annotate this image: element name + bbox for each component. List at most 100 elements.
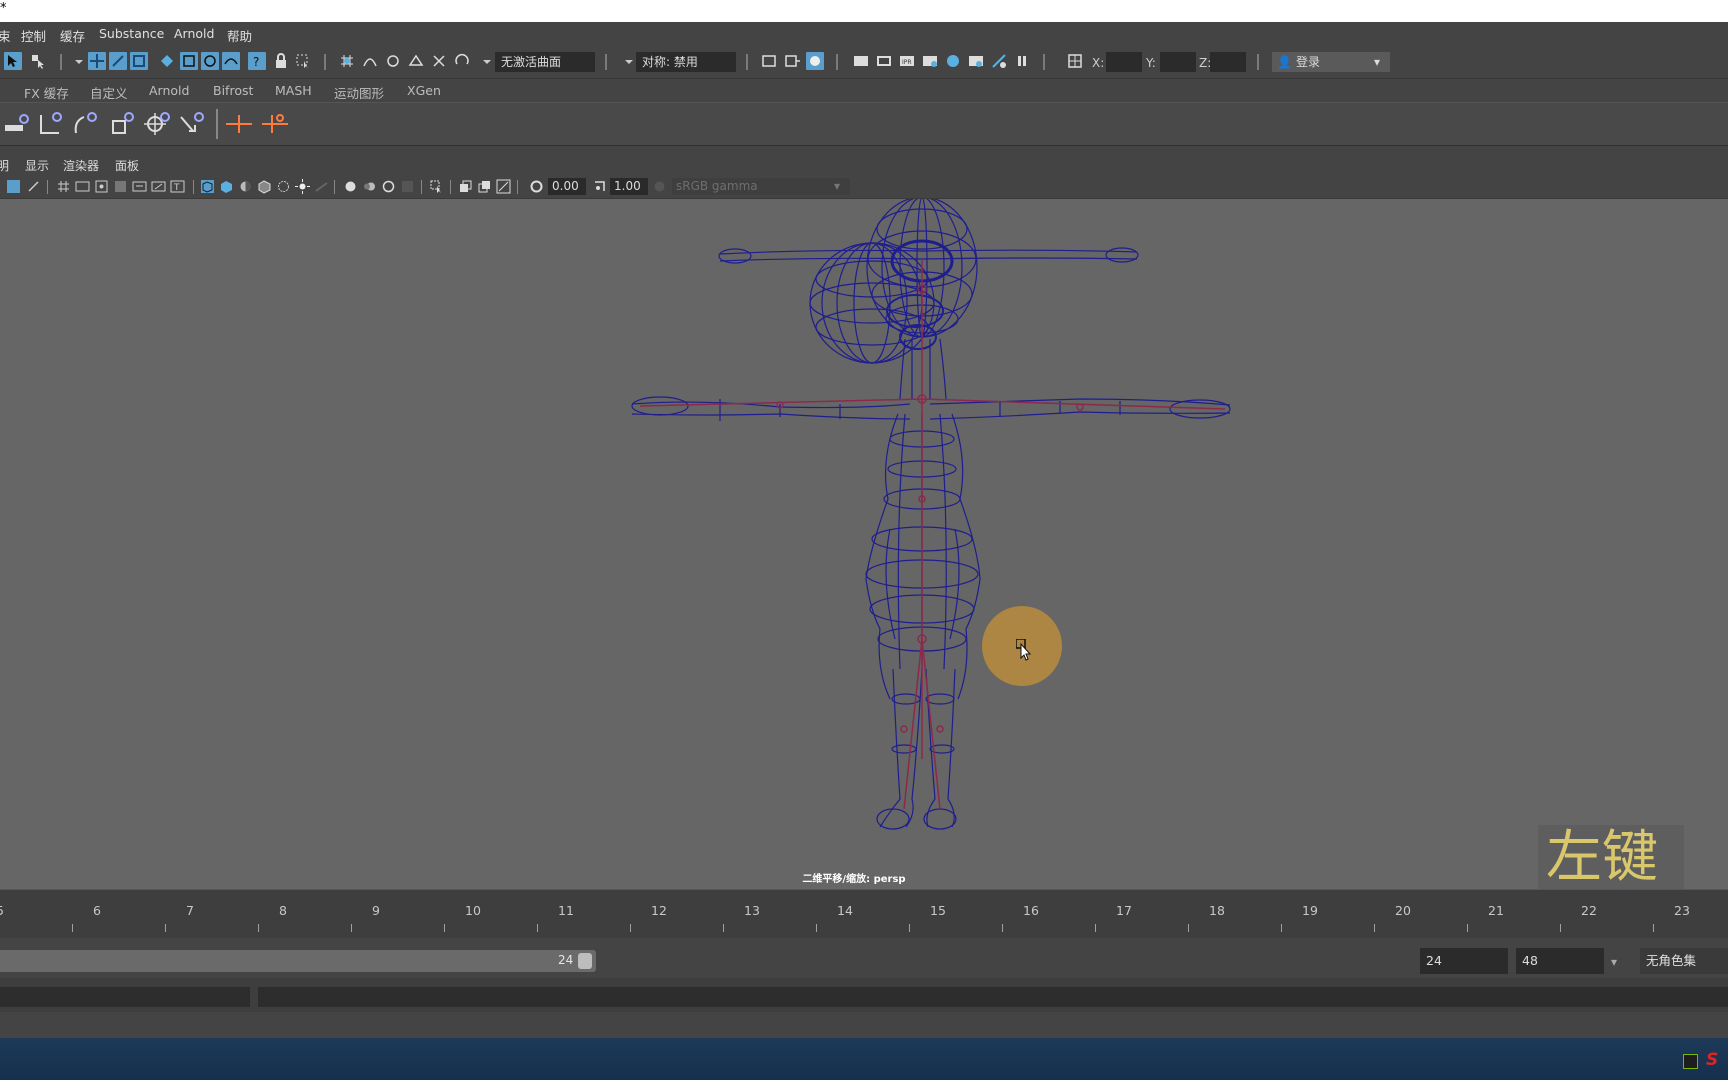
gate-mask-icon[interactable] [113,179,128,194]
transform-mode-icon[interactable] [1066,52,1084,70]
range-slider[interactable] [0,950,596,972]
tab-custom[interactable]: 自定义 [90,83,128,102]
playback-end-field[interactable]: 24 [1420,948,1508,974]
safe-action-icon[interactable] [151,179,166,194]
login-dropdown[interactable]: 👤 登录 ▾ [1272,52,1390,72]
snap-to-point-icon[interactable] [384,52,402,70]
tab-xgen[interactable]: XGen [407,83,441,98]
select-joint-icon[interactable] [201,52,219,70]
isolate-select-icon[interactable] [429,179,444,194]
pause-icon[interactable] [1013,52,1031,70]
bind-skin-icon[interactable] [2,109,32,139]
resolution-gate-icon[interactable] [94,179,109,194]
default-material-icon[interactable] [238,179,253,194]
live-surface-field[interactable]: 无激活曲面 [495,52,595,72]
menu-item-fragment[interactable]: 束 [0,26,11,45]
select-uv-icon[interactable] [158,52,176,70]
exposure-icon[interactable] [529,179,544,194]
highlight-selection-icon[interactable] [294,52,312,70]
y-input[interactable] [1160,52,1196,72]
make-live-icon[interactable] [430,52,448,70]
character-set-field[interactable]: 无角色集 [1640,948,1728,974]
shadows-icon[interactable] [314,179,329,194]
create-joints-icon[interactable] [35,109,65,139]
field-chart-icon[interactable] [132,179,147,194]
render-view-icon[interactable] [921,52,939,70]
aim-constraint-icon[interactable] [177,109,207,139]
menu-item-substance[interactable]: Substance [99,26,164,41]
tab-arnold[interactable]: Arnold [149,83,189,98]
snap-to-curve-icon[interactable] [361,52,379,70]
ik-handle-icon[interactable] [70,109,100,139]
locator-icon[interactable] [142,109,172,139]
panel-menu-renderer[interactable]: 渲染器 [63,157,99,174]
frame-all-icon[interactable] [496,179,511,194]
menu-item-cache[interactable]: 缓存 [60,26,85,45]
camera-attributes-icon[interactable] [26,179,41,194]
render-settings-icon[interactable] [852,52,870,70]
lock-icon[interactable] [272,52,290,70]
select-camera-icon[interactable] [6,179,21,194]
select-curve-icon[interactable] [222,52,240,70]
xray-icon[interactable] [276,179,291,194]
gamma-field[interactable]: 1.00 [610,178,648,195]
panel-menu-lighting[interactable]: 明 [0,157,9,174]
menu-item-arnold[interactable]: Arnold [174,26,214,41]
chevron-down-icon[interactable] [620,52,633,70]
gamma-icon[interactable] [592,179,607,194]
hypershade-icon[interactable] [944,52,962,70]
insert-joint-icon[interactable] [224,109,254,139]
film-gate-icon[interactable] [75,179,90,194]
symmetry-field[interactable]: 对称: 禁用 [636,52,736,72]
select-by-object-icon[interactable] [29,52,47,70]
snap-to-grid-icon[interactable] [338,52,356,70]
panel-menu-panels[interactable]: 面板 [115,157,139,174]
tab-fx-cache[interactable]: FX 缓存 [24,83,69,102]
render-frame-icon[interactable] [875,52,893,70]
select-handle-icon[interactable] [180,52,198,70]
xray-joints-icon[interactable] [458,179,473,194]
chevron-down-icon[interactable] [478,52,491,70]
lights-icon[interactable] [295,179,310,194]
mel-input[interactable] [0,987,250,1007]
grid-icon[interactable] [56,179,71,194]
chevron-down-icon[interactable] [70,52,83,70]
select-misc-icon[interactable]: ? [248,52,266,70]
smooth-shade-icon[interactable] [219,179,234,194]
xray-active-icon[interactable] [477,179,492,194]
select-face-icon[interactable] [130,52,148,70]
select-edge-icon[interactable] [109,52,127,70]
split-joint-icon[interactable] [260,109,290,139]
app-tray-icon[interactable]: S [1706,1050,1718,1070]
z-input[interactable] [1210,52,1246,72]
tab-bifrost[interactable]: Bifrost [213,83,253,98]
wireframe-on-shaded-icon[interactable] [257,179,272,194]
tab-mash[interactable]: MASH [275,83,312,98]
time-slider[interactable]: 5 6 7 8 9 10 11 12 13 14 15 16 17 18 19 20 21 22 23 [0,889,1728,938]
motion-blur-icon[interactable] [362,179,377,194]
animation-end-field[interactable]: 48 [1516,948,1604,974]
construction-history-icon[interactable] [806,52,824,70]
safe-title-icon[interactable]: T [170,179,185,194]
menu-item-control[interactable]: 控制 [21,26,46,45]
color-management-icon[interactable] [652,179,667,194]
panel-menu-show[interactable]: 显示 [25,157,49,174]
select-by-hierarchy-icon[interactable] [4,52,22,70]
x-input[interactable] [1106,52,1142,72]
screen-space-ao-icon[interactable] [343,179,358,194]
tab-motion-graphics[interactable]: 运动图形 [334,83,384,102]
exposure-field[interactable]: 0.00 [548,178,586,195]
chevron-down-icon[interactable]: ▾ [1611,955,1617,969]
range-slider-handle[interactable] [578,953,592,969]
wireframe-icon[interactable] [200,179,215,194]
output-history-icon[interactable] [783,52,801,70]
viewport-persp[interactable]: 二维平移/缩放: persp 左键 [0,199,1728,889]
select-vertex-icon[interactable] [88,52,106,70]
menu-item-help[interactable]: 帮助 [227,26,252,45]
color-space-dropdown[interactable]: sRGB gamma ▾ [672,178,850,195]
nvidia-tray-icon[interactable] [1683,1054,1698,1069]
snap-together-icon[interactable] [453,52,471,70]
ipr-render-icon[interactable]: IPR [898,52,916,70]
arnold-render-icon[interactable] [967,52,985,70]
arnold-ipr-icon[interactable] [990,52,1008,70]
